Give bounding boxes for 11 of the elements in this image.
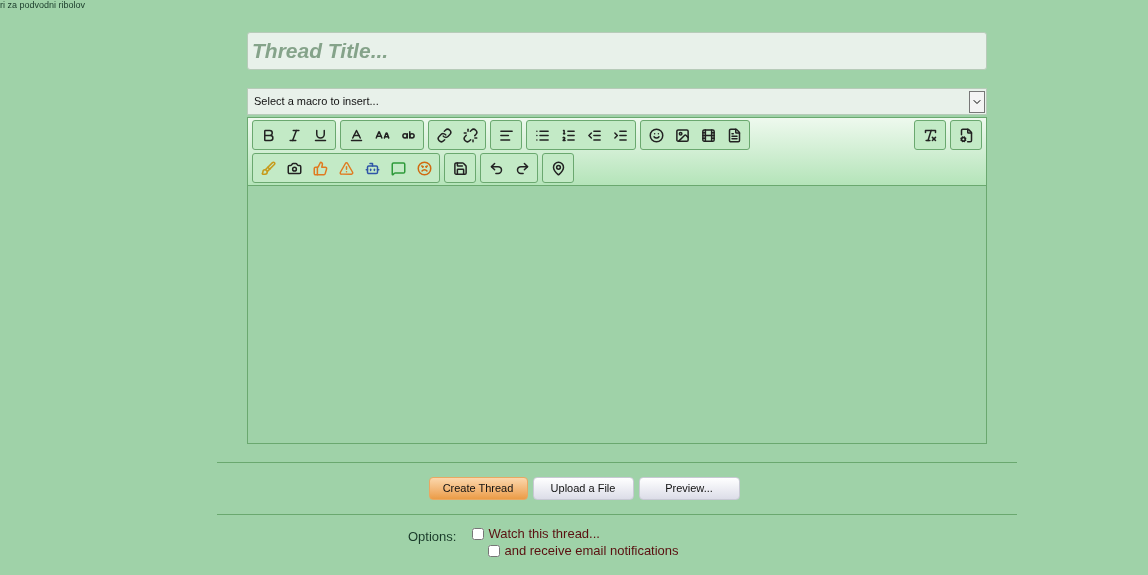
title-field[interactable]: Thread Title... <box>247 32 987 70</box>
checkbox[interactable] <box>472 528 485 540</box>
option-label: Watch this thread... <box>488 527 600 541</box>
options-label: Options: <box>408 528 457 546</box>
secondary-button[interactable]: Upload a File <box>532 477 634 500</box>
option-label: and receive email notifications <box>504 544 679 558</box>
submit-button[interactable]: Create Thread <box>428 477 528 500</box>
header-link[interactable]: ri za podvodni ribolov <box>0 0 86 11</box>
macro-select[interactable]: Select a macro to insert... <box>247 88 987 115</box>
checkbox[interactable] <box>488 545 501 557</box>
secondary-button[interactable]: Preview... <box>638 477 740 500</box>
